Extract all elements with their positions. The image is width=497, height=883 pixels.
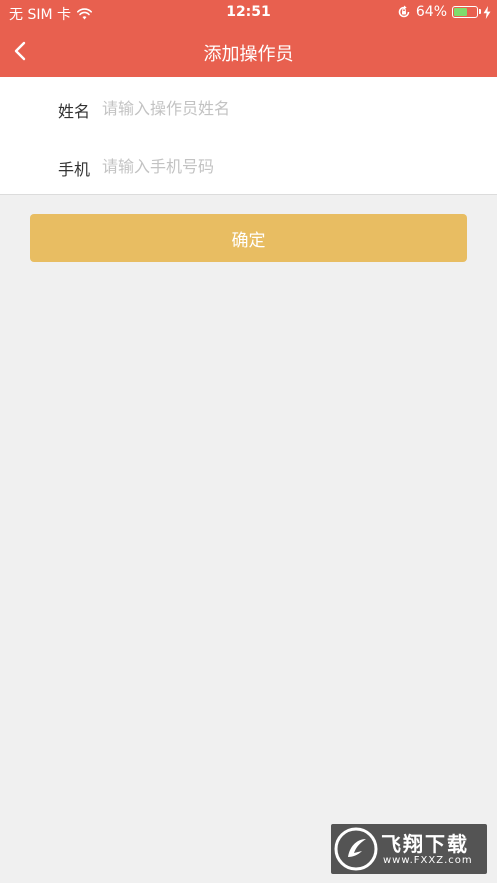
charging-bolt-icon: [483, 5, 491, 19]
watermark-url: www.FXXZ.com: [383, 855, 473, 866]
battery-icon: [452, 6, 481, 18]
phone-label: 手机: [58, 160, 91, 179]
confirm-button[interactable]: 确定: [30, 214, 467, 262]
status-bar: 无 SIM 卡 12:51 64%: [0, 0, 497, 26]
watermark-text: 飞翔下载: [381, 832, 469, 856]
battery-fill: [454, 8, 468, 16]
battery-percent: 64%: [415, 4, 447, 20]
name-label: 姓名: [58, 102, 91, 121]
page-title: 添加操作员: [203, 44, 294, 65]
nav-bar: 添加操作员: [0, 26, 497, 77]
phone-input[interactable]: [102, 153, 462, 179]
operator-form: 姓名 手机: [0, 77, 497, 195]
watermark: 飞翔下载 www.FXXZ.com: [331, 824, 487, 874]
app-header: 无 SIM 卡 12:51 64% 添加操作员: [0, 0, 497, 77]
form-row-phone: 手机: [0, 137, 497, 195]
form-row-name: 姓名: [0, 79, 497, 137]
status-right-group: 64%: [397, 4, 491, 20]
orientation-lock-icon: [398, 5, 410, 18]
name-input[interactable]: [102, 95, 462, 121]
watermark-logo-icon: [334, 827, 378, 871]
